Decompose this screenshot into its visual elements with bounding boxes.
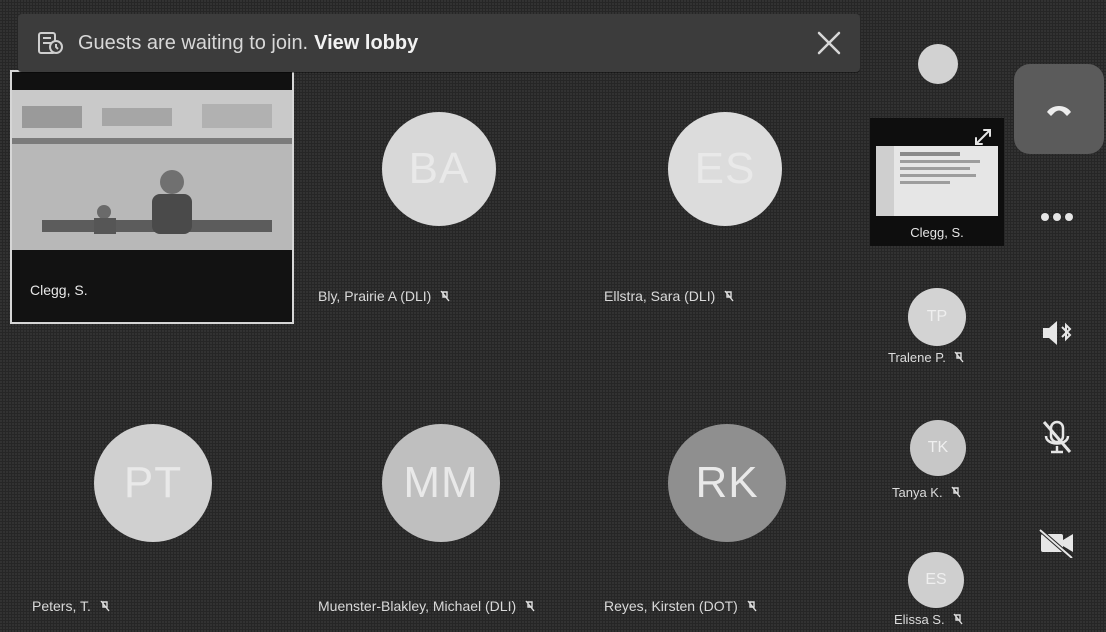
avatar-muenster-blakley[interactable]: MM (382, 424, 500, 542)
lobby-message: Guests are waiting to join. (78, 31, 309, 54)
mic-muted-icon (100, 600, 110, 612)
sidebar-avatar-tanya[interactable]: TK (910, 420, 966, 476)
participant-label-ellstra: Ellstra, Sara (DLI) (604, 288, 735, 304)
mic-muted-icon (954, 351, 964, 363)
mic-muted-icon (440, 290, 450, 302)
video-tile-clegg[interactable]: Clegg, S. (10, 70, 294, 324)
meeting-stage: Guests are waiting to join. View lobby C… (0, 0, 1106, 632)
speaker-button[interactable] (1030, 306, 1084, 360)
participant-name: Tanya K. (892, 485, 943, 500)
lobby-icon (38, 32, 63, 54)
participant-name: Tralene P. (888, 350, 946, 365)
avatar-initials: PT (123, 458, 183, 507)
sidebar-label-tanya: Tanya K. (892, 485, 962, 500)
participant-name: Peters, T. (32, 598, 91, 614)
video-button[interactable] (1030, 516, 1084, 570)
avatar-ellstra[interactable]: ES (668, 112, 782, 226)
sidebar-label-elissa: Elissa S. (894, 612, 964, 627)
expand-icon[interactable] (972, 126, 994, 148)
participant-label-bly: Bly, Prairie A (DLI) (318, 288, 451, 304)
participant-name: Muenster-Blakley, Michael (DLI) (318, 598, 517, 614)
sidebar-avatar-tralene[interactable]: TP (908, 288, 966, 346)
mic-muted-icon (724, 290, 734, 302)
view-lobby-link[interactable]: View lobby (314, 32, 418, 55)
participant-name: Elissa S. (894, 612, 945, 627)
more-button[interactable] (1030, 190, 1084, 244)
sidebar-avatar-elissa[interactable]: ES (908, 552, 964, 608)
mic-muted-icon (1042, 420, 1072, 454)
avatar-initials: TK (927, 439, 949, 456)
shared-screen-image (876, 146, 980, 216)
more-icon (1041, 213, 1073, 221)
close-icon[interactable] (814, 28, 844, 58)
video-tile-name: Clegg, S. (30, 282, 88, 298)
mute-button[interactable] (1030, 410, 1084, 464)
avatar-initials: RK (695, 458, 759, 507)
participant-name: Bly, Prairie A (DLI) (318, 288, 432, 304)
mic-muted-icon (525, 600, 535, 612)
mic-muted-icon (747, 600, 757, 612)
avatar-initials: TP (926, 308, 948, 325)
self-avatar-dot[interactable] (918, 44, 958, 84)
avatar-initials: BA (408, 144, 470, 193)
shared-screen-thumbnail[interactable]: Clegg, S. (870, 118, 1004, 246)
sidebar-label-tralene: Tralene P. (888, 350, 965, 365)
avatar-initials: ES (694, 144, 756, 193)
avatar-bly[interactable]: BA (382, 112, 496, 226)
phone-hangup-icon (1047, 106, 1071, 116)
participant-label-reyes: Reyes, Kirsten (DOT) (604, 598, 758, 614)
mic-muted-icon (951, 486, 961, 498)
avatar-peters[interactable]: PT (94, 424, 212, 542)
speaker-bluetooth-icon (1043, 321, 1072, 345)
shared-screen-preview (876, 146, 998, 216)
participant-label-peters: Peters, T. (32, 598, 111, 614)
avatar-reyes[interactable]: RK (668, 424, 786, 542)
participant-name: Ellstra, Sara (DLI) (604, 288, 716, 304)
share-name: Clegg, S. (910, 225, 964, 240)
participant-name: Reyes, Kirsten (DOT) (604, 598, 738, 614)
lobby-banner: Guests are waiting to join. View lobby (18, 14, 860, 72)
avatar-initials: ES (925, 571, 947, 588)
participant-label-muenster-blakley: Muenster-Blakley, Michael (DLI) (318, 598, 536, 614)
avatar-initials: MM (403, 458, 479, 507)
mic-muted-icon (953, 613, 963, 625)
hangup-button[interactable] (1014, 64, 1104, 154)
camera-off-icon (1038, 528, 1074, 558)
